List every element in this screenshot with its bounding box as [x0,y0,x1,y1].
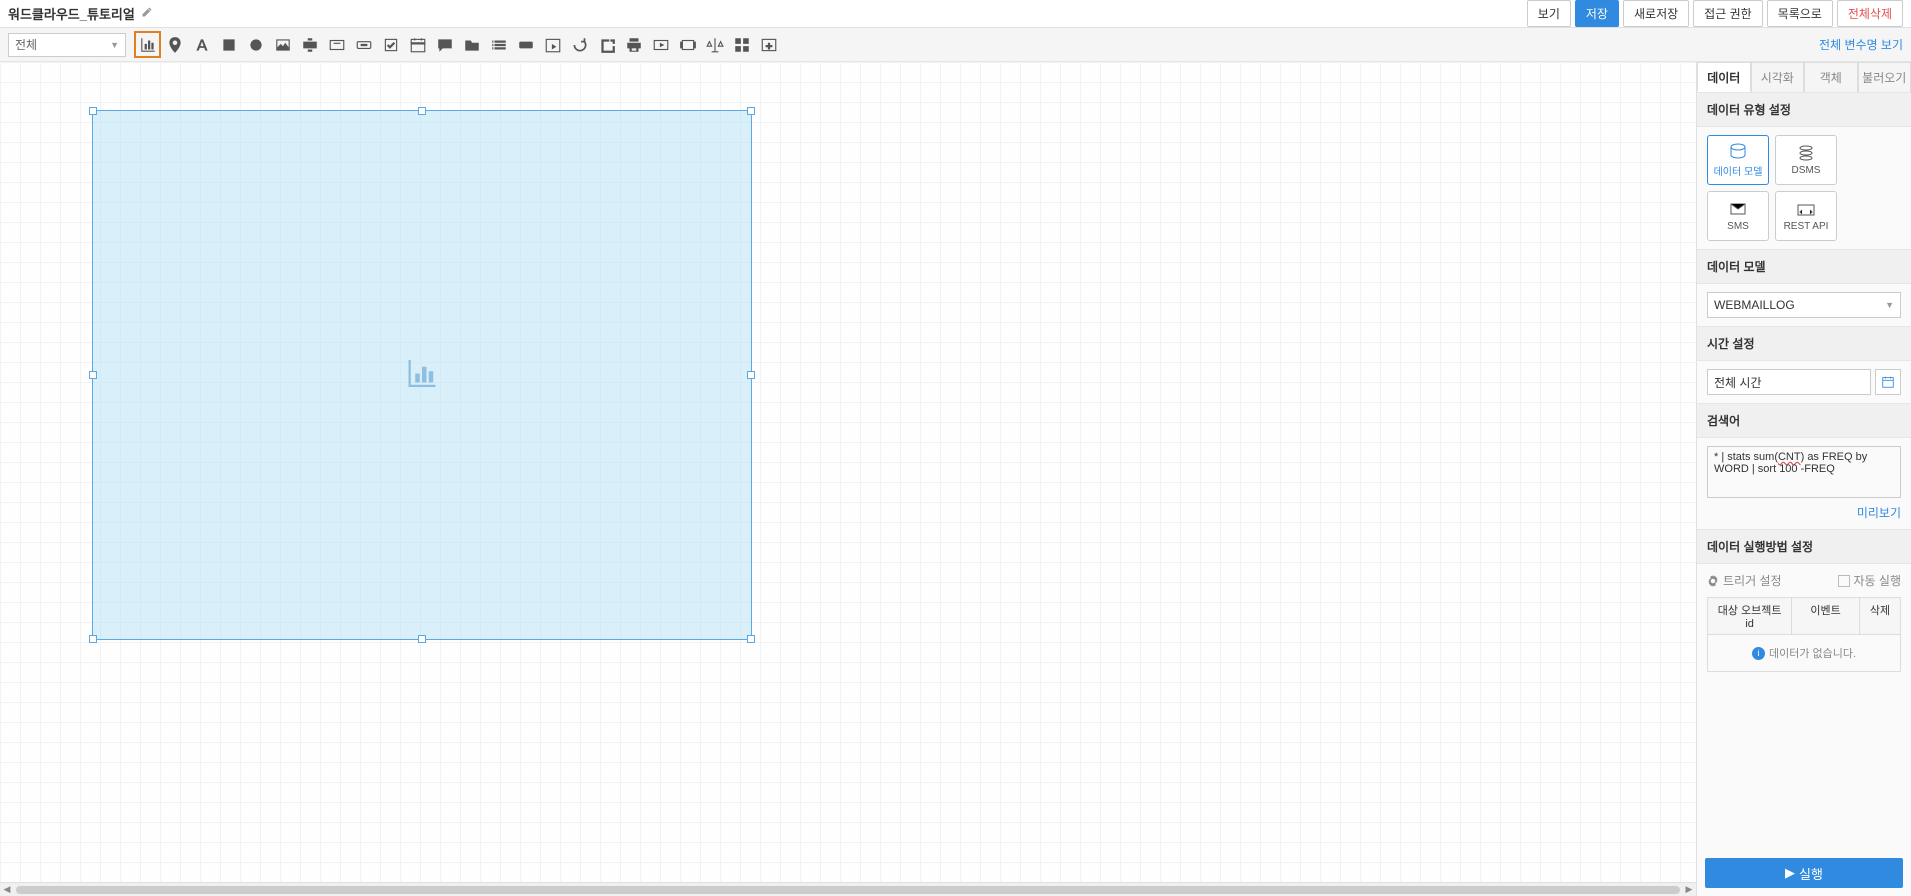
sidebar-tabs: 데이터 시각화 객체 불러오기 [1697,62,1911,92]
view-button[interactable]: 보기 [1527,0,1571,27]
checkbox-icon [1838,575,1850,587]
chevron-down-icon: ▼ [1885,300,1894,310]
edit-title-icon[interactable] [141,6,153,21]
refresh-icon[interactable] [566,31,593,58]
calendar-icon[interactable] [1875,369,1901,395]
page-title: 워드클라우드_튜토리얼 [8,4,135,23]
tab-import[interactable]: 불러오기 [1858,62,1911,92]
trigger-settings-link[interactable]: 트리거 설정 [1707,572,1782,589]
toolbar-select[interactable]: 전체 ▼ [8,33,126,57]
resize-handle[interactable] [747,107,755,115]
h-scrollbar[interactable]: ◀ ▶ [0,882,1696,896]
chart-icon[interactable] [134,31,161,58]
list-icon[interactable] [485,31,512,58]
access-button[interactable]: 접근 권한 [1693,0,1763,27]
print-icon[interactable] [620,31,647,58]
save-button[interactable]: 저장 [1575,0,1619,27]
save-as-button[interactable]: 새로저장 [1623,0,1689,27]
preview-link[interactable]: 미리보기 [1707,504,1901,521]
section-data-type: 데이터 유형 설정 [1697,92,1911,127]
scroll-right-icon[interactable]: ▶ [1682,884,1696,895]
resize-handle[interactable] [418,635,426,643]
time-select-value: 전체 시간 [1714,374,1762,391]
text-icon[interactable] [188,31,215,58]
main: ◀ ▶ 데이터 시각화 객체 불러오기 데이터 유형 설정 데이터 모델 [0,62,1911,896]
canvas[interactable]: ◀ ▶ [0,62,1696,896]
export-icon[interactable] [593,31,620,58]
run-button[interactable]: ▶ 실행 [1705,858,1903,888]
map-pin-icon[interactable] [161,31,188,58]
resize-handle[interactable] [89,107,97,115]
chevron-down-icon: ▼ [110,40,119,50]
resize-handle[interactable] [747,635,755,643]
resize-handle[interactable] [89,635,97,643]
button-icon[interactable] [350,31,377,58]
circle-icon[interactable] [242,31,269,58]
image-icon[interactable] [269,31,296,58]
tab-object[interactable]: 객체 [1804,62,1858,92]
balance-icon[interactable] [701,31,728,58]
tab-data[interactable]: 데이터 [1697,62,1751,92]
slides-icon[interactable] [674,31,701,58]
model-select-value: WEBMAILLOG [1714,298,1795,312]
exec-grid-header: 대상 오브젝트 id 이벤트 삭제 [1707,597,1901,635]
grid-icon[interactable] [728,31,755,58]
tile-dsms[interactable]: DSMS [1775,135,1837,185]
section-query: 검색어 [1697,403,1911,438]
play-icon: ▶ [1785,865,1795,881]
delete-all-button[interactable]: 전체삭제 [1837,0,1903,27]
date-icon[interactable] [404,31,431,58]
to-list-button[interactable]: 목록으로 [1767,0,1833,27]
exec-grid-empty: i 데이터가 없습니다. [1707,635,1901,672]
info-icon: i [1752,647,1765,660]
chart-placeholder-icon [404,356,440,395]
video-icon[interactable] [647,31,674,58]
folder-icon[interactable] [458,31,485,58]
model-select[interactable]: WEBMAILLOG ▼ [1707,292,1901,318]
square-icon[interactable] [215,31,242,58]
section-exec: 데이터 실행방법 설정 [1697,529,1911,564]
right-sidebar: 데이터 시각화 객체 불러오기 데이터 유형 설정 데이터 모델 DSMS [1696,62,1911,896]
selected-widget[interactable] [92,110,752,640]
section-model: 데이터 모델 [1697,249,1911,284]
auto-run-toggle[interactable]: 자동 실행 [1838,572,1902,589]
toolbar-icons [134,31,782,58]
tile-sms[interactable]: SMS [1707,191,1769,241]
tab-viz[interactable]: 시각화 [1751,62,1805,92]
textbox-icon[interactable] [323,31,350,58]
tag-icon[interactable] [512,31,539,58]
add-panel-icon[interactable] [755,31,782,58]
toolbar-select-label: 전체 [15,36,37,53]
resize-handle[interactable] [747,371,755,379]
checkbox-icon[interactable] [377,31,404,58]
toolbar: 전체 ▼ 전체 변수명 보기 [0,28,1911,62]
scroll-thumb[interactable] [16,886,1680,894]
resize-handle[interactable] [418,107,426,115]
tile-rest-api[interactable]: REST API [1775,191,1837,241]
chat-icon[interactable] [431,31,458,58]
resize-handle[interactable] [89,371,97,379]
section-time: 시간 설정 [1697,326,1911,361]
scroll-left-icon[interactable]: ◀ [0,884,14,895]
time-select[interactable]: 전체 시간 [1707,369,1871,395]
query-input[interactable]: * | stats sum(CNT) as FREQ by WORD | sor… [1707,446,1901,498]
input-icon[interactable] [296,31,323,58]
calendar-play-icon[interactable] [539,31,566,58]
tile-data-model[interactable]: 데이터 모델 [1707,135,1769,185]
header-bar: 워드클라우드_튜토리얼 보기 저장 새로저장 접근 권한 목록으로 전체삭제 [0,0,1911,28]
show-all-vars-link[interactable]: 전체 변수명 보기 [1819,36,1903,53]
